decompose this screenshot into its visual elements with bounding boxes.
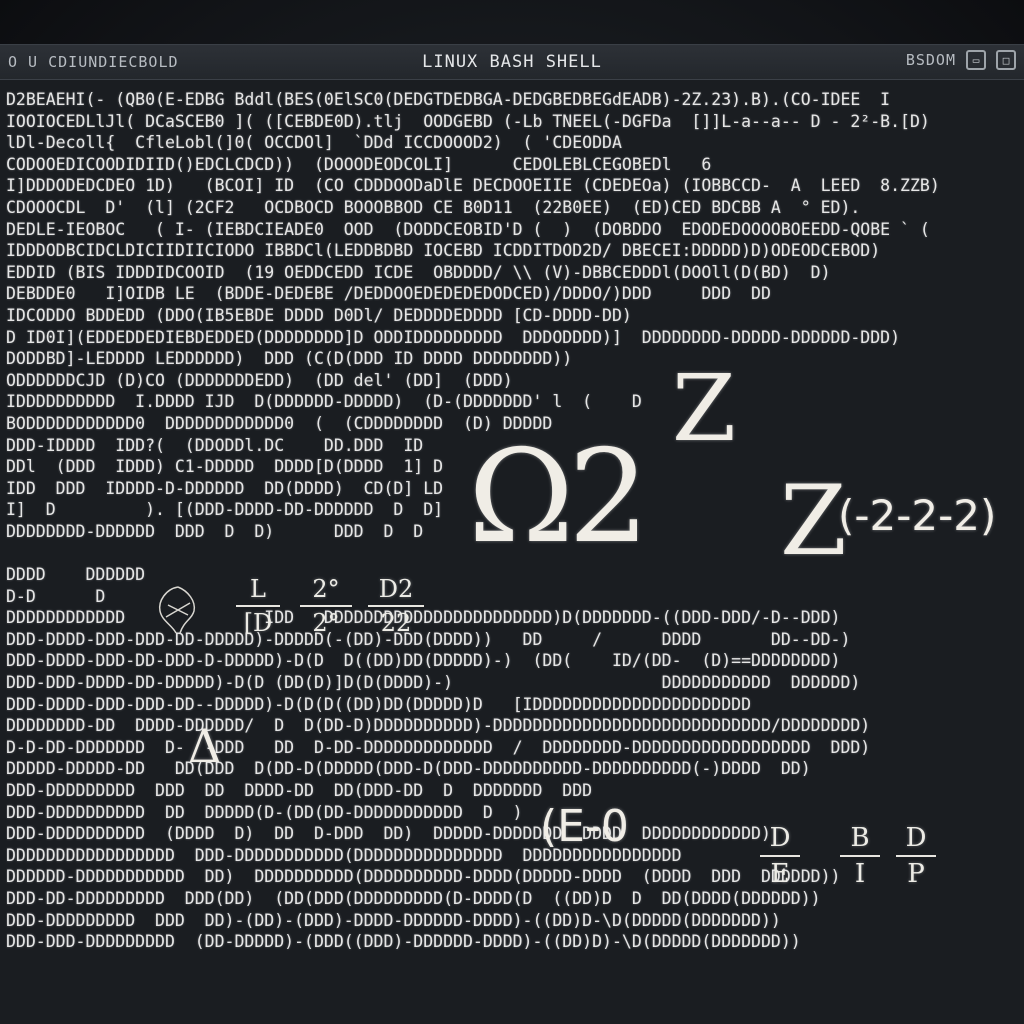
- fraction-1-numerator: L: [250, 575, 266, 603]
- fraction-2-bar: [300, 605, 352, 607]
- terminal-line: lDl-Decoll{ CfleLobl(]0( OCCDOl] `DDd IC…: [6, 133, 622, 153]
- fraction-4-numerator: D: [769, 823, 791, 853]
- terminal-line: EDDID (BIS IDDDIDCOOID (19 OEDDCEDD ICDE…: [6, 262, 851, 282]
- terminal-line: D-D-DD-DDDDDDD D- -DDD DD D-DD-DDDDDDDDD…: [6, 737, 871, 757]
- math-symbol-delta: Δ: [188, 719, 222, 773]
- sketch-figure-icon: [158, 586, 196, 634]
- terminal-line: DEDLE-IEOBOC ( I- (IEBDCIEADE0 OOD (DODD…: [6, 219, 930, 239]
- terminal-line: IDCODDO BDDEDD (DDO(IB5EBDE DDDD D0Dl/ D…: [6, 305, 632, 325]
- fraction-1-bar: [236, 605, 280, 607]
- fraction-3-numerator: D2: [378, 575, 414, 603]
- math-expression-e0: (E-0: [540, 801, 629, 852]
- maximize-button[interactable]: □: [996, 50, 1016, 70]
- fraction-6: D P: [896, 823, 936, 889]
- fraction-5-denominator: I: [854, 859, 866, 889]
- terminal-line: DDD-DDDDDDDDDD DD DDDDD(D-(DD(DD-DDDDDDD…: [6, 802, 523, 822]
- terminal-line: DDD-DDDD-DDD-DDD-DD--DDDDD)-D(D(D((DD)DD…: [6, 694, 752, 714]
- fraction-5-bar: [840, 855, 880, 857]
- fraction-2-denominator: 2°: [312, 609, 340, 637]
- fraction-3-denominator: 22: [380, 609, 412, 637]
- fraction-2: 2° 2°: [300, 575, 352, 637]
- fraction-3-bar: [368, 605, 424, 607]
- terminal-line: DEBDDE0 I]OIDB LE (BDDE-DEDEBE /DEDDOOED…: [6, 284, 771, 304]
- fraction-6-numerator: D: [905, 823, 927, 853]
- terminal-line: IOOIOCEDLlJl( DCaSCEB0 ]( ([CEBDE0D).tlj…: [6, 111, 930, 131]
- fraction-1-denominator: [D: [243, 609, 273, 637]
- math-symbol-z-right: Z: [780, 465, 847, 577]
- fraction-3: D2 22: [368, 575, 424, 637]
- terminal-line: DDD-DDDD-DDD-DD-DDD-D-DDDDD)-D(D D((DD)D…: [6, 651, 841, 671]
- terminal-line: ODDDDDDCJD (D)CO (DDDDDDDEDD) (DD del' (…: [6, 370, 513, 390]
- terminal-line: CDOOOCDL D' (l] (2CF2 OCDBOCD BOOOBBOD C…: [6, 197, 861, 217]
- fraction-5-numerator: B: [850, 823, 870, 853]
- fraction-2-numerator: 2°: [312, 575, 340, 603]
- fraction-6-denominator: P: [907, 859, 925, 889]
- terminal-line: DDD-DD-DDDDDDDDD DDD(DD) (DD(DDD(DDDDDDD…: [6, 888, 821, 908]
- fraction-6-bar: [896, 855, 936, 857]
- math-expression-tail: (-2-2-2): [838, 491, 997, 540]
- terminal-line: D ID0I](EDDEDDEDIEBDEDDED(DDDDDDDD]D ODD…: [6, 327, 901, 347]
- terminal-line: IDDDDDDDDDD I.DDDD IJD D(DDDDDD-DDDDD) (…: [6, 392, 642, 412]
- terminal-line: I]DDDODEDCDEO 1D) (BCOI] ID (CO CDDDOODa…: [6, 176, 940, 196]
- titlebar-right-label[interactable]: BSDOM: [906, 51, 956, 69]
- minimize-button[interactable]: ▭: [966, 50, 986, 70]
- terminal-line: DDD-DDD-DDDD-DD-DDDDD)-D(D (DD(D)]D(D(DD…: [6, 673, 861, 693]
- fraction-1: L [D: [236, 575, 280, 637]
- terminal-line: DDD-DDD-DDDDDDDDD (DD-DDDDD)-(DDD((DDD)-…: [6, 932, 801, 952]
- terminal-line: DODDBD]-LEDDDD LEDDDDDD) DDD (C(D(DDD ID…: [6, 349, 573, 369]
- fraction-5: B I: [840, 823, 880, 889]
- fraction-4-bar: [760, 855, 800, 857]
- terminal-window: O U CDIUNDIECBOLD LINUX BASH SHELL BSDOM…: [0, 44, 1024, 1024]
- terminal-line: DDDDDDDD-DD DDDD-DDDDDD/ D D(DD-D)DDDDDD…: [6, 716, 871, 736]
- math-symbol-z-top: Z: [672, 355, 736, 462]
- terminal-line: DDD-DDDDDDDDD DDD DD DDDD-DD DD(DDD-DD D…: [6, 781, 593, 800]
- terminal-line: IDDDODBCIDCLDICIIDIICIODO IBBDCl(LEDDBDB…: [6, 241, 881, 261]
- window-title: LINUX BASH SHELL: [422, 52, 602, 72]
- terminal-line: DDDDD-DDDDD-DD DD(DDD D(DD-D(DDDDD(DDD-D…: [6, 759, 811, 779]
- titlebar-controls: BSDOM ▭ □: [906, 50, 1016, 70]
- math-symbol-omega-2: Ω2: [468, 423, 650, 572]
- terminal-line: DDD-DDDDDDDDD DDD DD)-(DD)-(DDD)-DDDD-DD…: [6, 910, 781, 930]
- terminal-line: D2BEAEHI(- (QB0(E-EDBG Bddl(BES(0ElSC0(D…: [6, 90, 891, 109]
- fraction-4-denominator: E: [770, 859, 790, 889]
- terminal-line: CODOOEDICOODIDIID()EDCLCDCD)) (DOOODEODC…: [6, 154, 712, 174]
- titlebar[interactable]: O U CDIUNDIECBOLD LINUX BASH SHELL BSDOM…: [0, 45, 1024, 80]
- screen: O U CDIUNDIECBOLD LINUX BASH SHELL BSDOM…: [0, 0, 1024, 1024]
- fraction-4: D E: [760, 823, 800, 889]
